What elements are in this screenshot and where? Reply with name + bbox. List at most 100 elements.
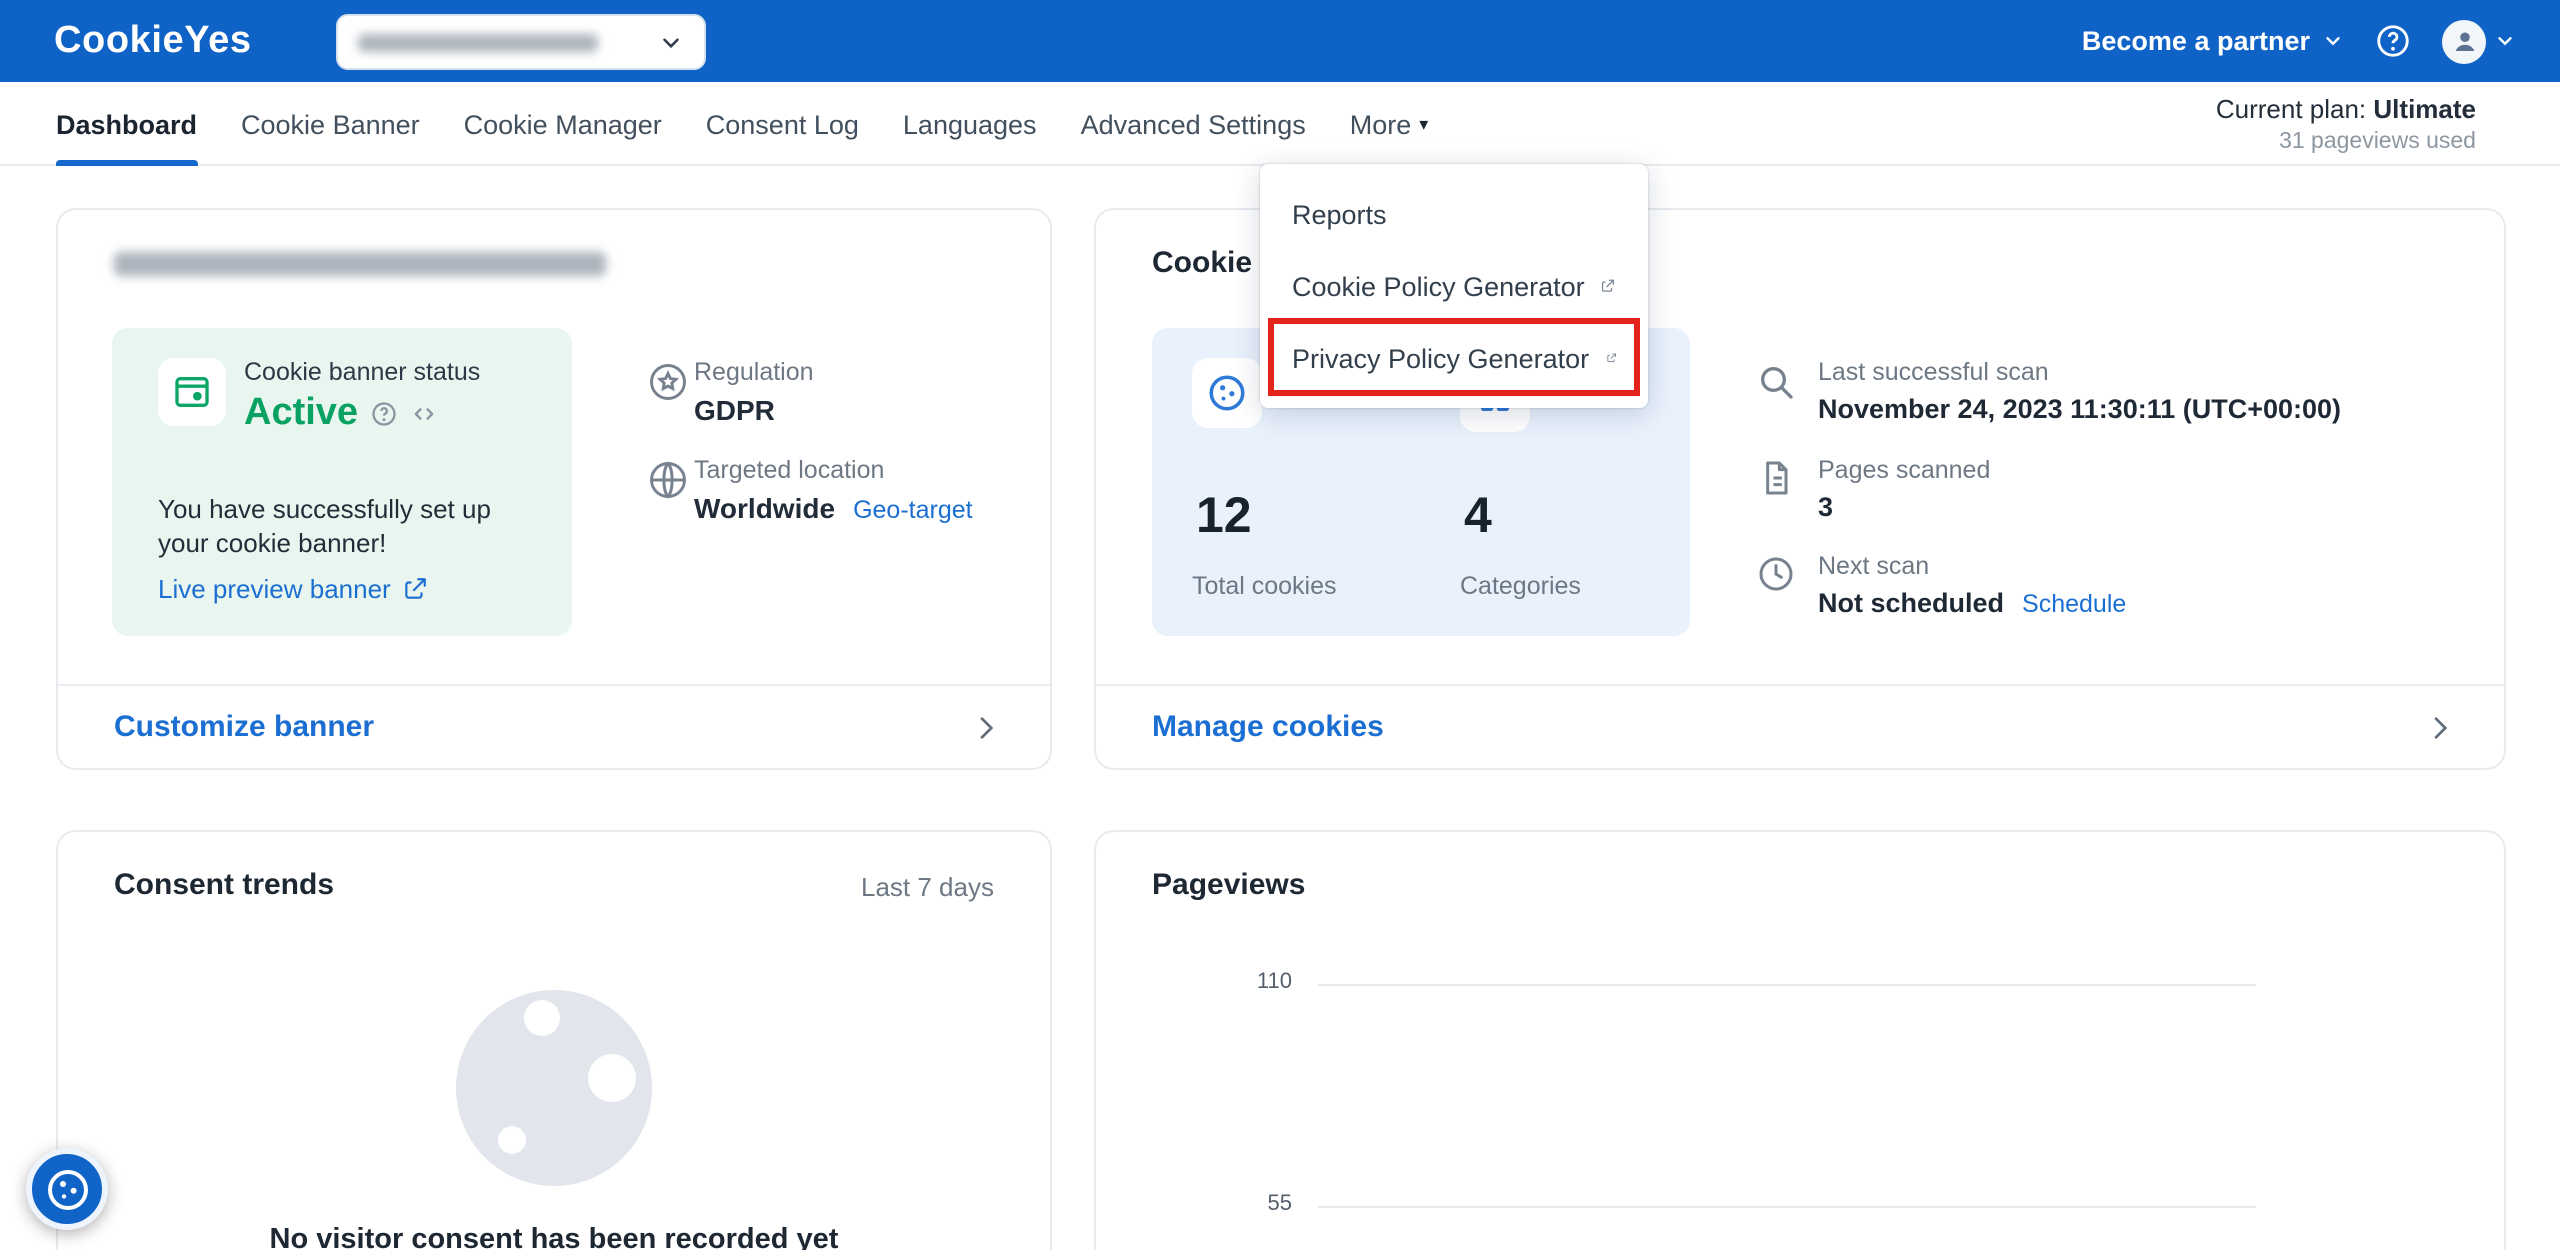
live-preview-banner-link[interactable]: Live preview banner [158, 574, 429, 604]
topbar-right: Become a partner [2082, 0, 2516, 82]
empty-state-cookie-illustration [456, 990, 652, 1186]
topbar: CookieYes Become a partner [0, 0, 2560, 82]
consent-trends-card: Consent trends Last 7 days No visitor co… [56, 830, 1052, 1250]
customize-banner-footer[interactable]: Customize banner [58, 684, 1050, 768]
chevron-right-icon [970, 711, 1002, 743]
tab-cookie-banner-label: Cookie Banner [241, 109, 420, 139]
tab-advanced-settings[interactable]: Advanced Settings [1081, 82, 1306, 166]
manage-cookies-footer[interactable]: Manage cookies [1096, 684, 2504, 768]
tab-languages-label: Languages [903, 109, 1037, 139]
last-scan-label: Last successful scan [1818, 358, 2049, 386]
chevron-down-icon [658, 29, 684, 55]
redacted-site-url [358, 33, 598, 51]
y-tick-55: 55 [1240, 1192, 1292, 1216]
plan-info: Current plan: Ultimate 31 pageviews used [2216, 94, 2476, 154]
targeted-location-label: Targeted location [694, 456, 884, 484]
become-a-partner-button[interactable]: Become a partner [2082, 26, 2344, 56]
chevron-down-icon [2322, 30, 2344, 52]
total-cookies-value: 12 [1196, 488, 1252, 546]
tab-cookie-manager[interactable]: Cookie Manager [464, 82, 662, 166]
regulation-value: GDPR [694, 394, 775, 426]
schedule-link[interactable]: Schedule [2022, 590, 2126, 618]
tab-consent-log-label: Consent Log [706, 109, 859, 139]
pageviews-used: 31 pageviews used [2216, 130, 2476, 154]
tab-dashboard-label: Dashboard [56, 109, 197, 139]
caret-down-icon: ▾ [1419, 113, 1428, 135]
location-value-text: Worldwide [694, 492, 835, 524]
current-plan: Current plan: Ultimate [2216, 94, 2476, 124]
globe-location-icon [646, 458, 690, 502]
live-preview-banner-label: Live preview banner [158, 574, 391, 604]
chevron-down-icon [2494, 30, 2516, 52]
cookie-banner-card: Cookie banner status Active You have suc… [56, 208, 1052, 770]
banner-status-row: Active [244, 392, 438, 436]
pageviews-card: Pageviews 110 55 [1094, 830, 2506, 1250]
chevron-right-icon [2424, 711, 2456, 743]
banner-status-label: Cookie banner status [244, 358, 480, 386]
manage-cookies-link[interactable]: Manage cookies [1152, 710, 1384, 744]
main-nav: Dashboard Cookie Banner Cookie Manager C… [0, 82, 2560, 166]
nav-tabs: Dashboard Cookie Banner Cookie Manager C… [56, 82, 1428, 166]
menu-item-cookie-policy-generator[interactable]: Cookie Policy Generator [1260, 250, 1648, 322]
external-link-icon [1601, 272, 1616, 300]
banner-status-panel: Cookie banner status Active You have suc… [112, 328, 572, 636]
menu-item-privacy-policy-generator[interactable]: Privacy Policy Generator [1260, 322, 1648, 394]
banner-success-text: You have successfully set up your cookie… [158, 492, 542, 560]
last-scan-value: November 24, 2023 11:30:11 (UTC+00:00) [1818, 394, 2341, 424]
tab-dashboard[interactable]: Dashboard [56, 82, 197, 166]
pages-document-icon [1756, 458, 1796, 498]
more-dropdown-menu: Reports Cookie Policy Generator Privacy … [1260, 164, 1648, 408]
help-icon[interactable] [2374, 22, 2412, 60]
gridline [1318, 1206, 2256, 1208]
cookie-hole [588, 1054, 636, 1102]
site-selector-dropdown[interactable] [336, 14, 706, 70]
consent-empty-text: No visitor consent has been recorded yet [58, 1224, 1050, 1250]
install-code-icon[interactable] [410, 400, 438, 428]
current-plan-label: Current plan: [2216, 94, 2366, 124]
tab-consent-log[interactable]: Consent Log [706, 82, 859, 166]
menu-item-privacy-policy-generator-label: Privacy Policy Generator [1292, 343, 1589, 373]
tab-cookie-banner[interactable]: Cookie Banner [241, 82, 420, 166]
banner-status-value: Active [244, 392, 358, 436]
account-menu-button[interactable] [2442, 19, 2516, 63]
tab-advanced-settings-label: Advanced Settings [1081, 109, 1306, 139]
next-scan-value-text: Not scheduled [1818, 588, 2004, 618]
menu-item-reports-label: Reports [1292, 199, 1387, 229]
geo-target-link[interactable]: Geo-target [853, 496, 973, 524]
customize-banner-link[interactable]: Customize banner [114, 710, 374, 744]
tab-cookie-manager-label: Cookie Manager [464, 109, 662, 139]
cookieyes-widget-button[interactable] [26, 1148, 108, 1230]
categories-value: 4 [1464, 488, 1492, 546]
next-scan-label: Next scan [1818, 552, 1929, 580]
tab-languages[interactable]: Languages [903, 82, 1037, 166]
clock-icon [1756, 554, 1796, 594]
redacted-site-title [114, 252, 606, 276]
current-plan-value: Ultimate [2373, 94, 2476, 124]
pages-scanned-value: 3 [1818, 492, 1833, 522]
external-link-icon [403, 576, 429, 602]
become-a-partner-label: Become a partner [2082, 26, 2310, 56]
tab-more[interactable]: More ▾ [1350, 82, 1429, 166]
cookieyes-dashboard: CookieYes Become a partner [0, 0, 2560, 1250]
external-link-icon [1605, 344, 1616, 372]
search-icon [1756, 362, 1796, 402]
menu-item-cookie-policy-generator-label: Cookie Policy Generator [1292, 271, 1585, 301]
gridline [1318, 984, 2256, 986]
avatar [2442, 19, 2486, 63]
cookie-hole [498, 1126, 526, 1154]
pages-scanned-label: Pages scanned [1818, 456, 1990, 484]
help-circle-icon[interactable] [370, 400, 398, 428]
tab-more-label: More [1350, 109, 1412, 139]
pageviews-title: Pageviews [1152, 868, 1305, 902]
menu-item-reports[interactable]: Reports [1260, 178, 1648, 250]
regulation-label: Regulation [694, 358, 814, 386]
cookieyes-logo: CookieYes [54, 20, 252, 64]
consent-trends-title: Consent trends [114, 868, 334, 902]
regulation-badge-icon [646, 360, 690, 404]
consent-range-label: Last 7 days [861, 872, 994, 902]
cookie-icon [1192, 358, 1262, 428]
next-scan-value: Not scheduled Schedule [1818, 588, 2126, 618]
banner-status-icon [158, 358, 226, 426]
y-tick-110: 110 [1240, 970, 1292, 994]
total-cookies-label: Total cookies [1192, 572, 1337, 600]
